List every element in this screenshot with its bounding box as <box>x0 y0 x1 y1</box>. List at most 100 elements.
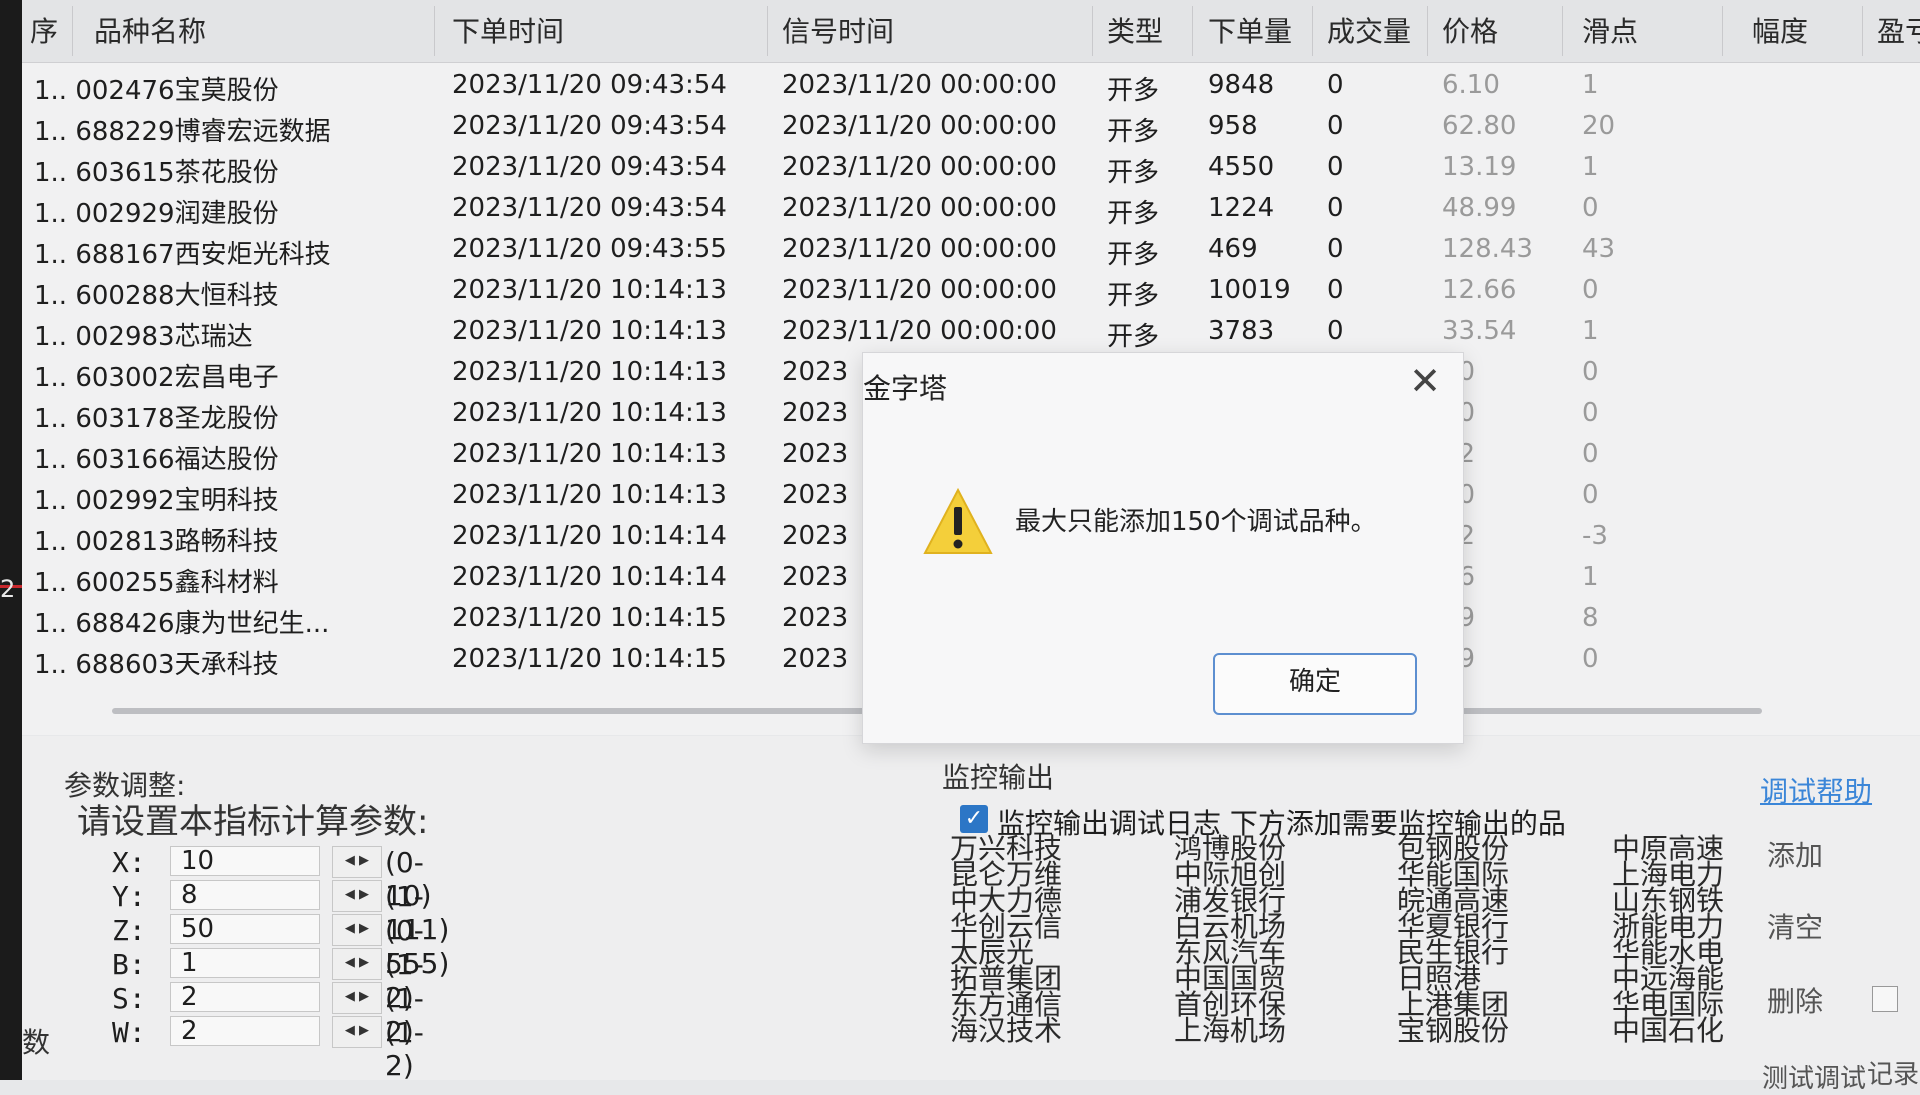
col-header-order-time[interactable]: 下单时间 <box>452 10 564 50</box>
cell-signal-time: 2023 <box>782 644 849 674</box>
col-divider[interactable] <box>1862 6 1863 56</box>
cell-order-time: 2023/11/20 10:14:14 <box>452 562 727 592</box>
clear-button[interactable]: 清空 <box>1767 906 1823 946</box>
cell-name: 1.. 002813路畅科技 <box>34 527 279 557</box>
col-header-pnl[interactable]: 盈亏 <box>1877 10 1920 50</box>
cell-name: 1.. 688229博睿宏远数据 <box>34 117 331 147</box>
param-value-input[interactable]: 8 <box>170 880 320 910</box>
col-divider[interactable] <box>1562 6 1563 56</box>
col-header-index[interactable]: 序 <box>30 10 58 50</box>
ok-button[interactable]: 确定 <box>1213 653 1417 715</box>
cell-order-time: 2023/11/20 10:14:13 <box>452 398 727 428</box>
cell-deal: 0 <box>1327 193 1344 223</box>
cell-deal: 0 <box>1327 70 1344 100</box>
monitor-list-col2[interactable]: 鸿博股份 中际旭创 浦发银行 白云机场 东风汽车 中国国贸 首创环保 上海机场 <box>1174 835 1286 1045</box>
cell-type: 开多 <box>1107 199 1160 229</box>
monitor-section-title: 监控输出 <box>942 761 1055 794</box>
list-item[interactable]: 中国石化 <box>1612 1017 1724 1045</box>
monitor-list-col3[interactable]: 包钢股份 华能国际 皖通高速 华夏银行 民生银行 日照港 上港集团 宝钢股份 <box>1397 835 1509 1045</box>
debug-help-link[interactable]: 调试帮助 <box>1760 770 1872 810</box>
record-label: 记录 <box>1867 1060 1920 1090</box>
col-divider[interactable] <box>1092 6 1093 56</box>
cell-order-time: 2023/11/20 10:14:13 <box>452 480 727 510</box>
table-row[interactable]: 1.. 600288大恒科技 2023/11/20 10:14:13 2023/… <box>22 271 1920 311</box>
param-spinner[interactable]: ◀ ▶ <box>332 914 382 946</box>
col-header-price[interactable]: 价格 <box>1442 10 1498 50</box>
col-header-slippage[interactable]: 滑点 <box>1582 10 1638 50</box>
param-value-input[interactable]: 2 <box>170 982 320 1012</box>
cell-order-time: 2023/11/20 10:14:13 <box>452 275 727 305</box>
test-debug-button[interactable]: 测试调试 <box>1762 1058 1866 1095</box>
cell-name: 1.. 688603天承科技 <box>34 650 279 680</box>
cell-signal-time: 2023/11/20 00:00:00 <box>782 275 1057 305</box>
cell-order-time: 2023/11/20 09:43:55 <box>452 234 727 264</box>
delete-button[interactable]: 删除 <box>1767 980 1823 1020</box>
param-spinner[interactable]: ◀ ▶ <box>332 948 382 980</box>
param-value-input[interactable]: 50 <box>170 914 320 944</box>
list-item[interactable]: 上海机场 <box>1174 1017 1286 1045</box>
param-spinner[interactable]: ◀ ▶ <box>332 880 382 912</box>
col-divider[interactable] <box>1192 6 1193 56</box>
cell-qty: 9848 <box>1208 70 1275 100</box>
cell-signal-time: 2023 <box>782 603 849 633</box>
table-row[interactable]: 1.. 002983芯瑞达 2023/11/20 10:14:13 2023/1… <box>22 312 1920 352</box>
dialog-message: 最大只能添加150个调试品种。 <box>1015 507 1377 537</box>
cell-slippage: 20 <box>1582 111 1616 141</box>
cell-name: 1.. 002476宝莫股份 <box>34 76 279 106</box>
cell-signal-time: 2023/11/20 00:00:00 <box>782 316 1057 346</box>
list-item[interactable]: 宝钢股份 <box>1397 1017 1509 1045</box>
col-divider[interactable] <box>1312 6 1313 56</box>
cell-signal-time: 2023 <box>782 439 849 469</box>
param-spinner[interactable]: ◀ ▶ <box>332 982 382 1014</box>
col-header-qty[interactable]: 下单量 <box>1208 10 1292 50</box>
monitor-list-col1[interactable]: 万兴科技 昆仑万维 中大力德 华创云信 太辰光 拓普集团 东方通信 海汉技术 <box>950 835 1062 1045</box>
col-divider[interactable] <box>1427 6 1428 56</box>
cell-name: 1.. 600255鑫科材料 <box>34 568 279 598</box>
col-header-signal-time[interactable]: 信号时间 <box>782 10 894 50</box>
cell-signal-time: 2023 <box>782 562 849 592</box>
cell-signal-time: 2023 <box>782 398 849 428</box>
cell-deal: 0 <box>1327 316 1344 346</box>
cell-name: 1.. 603166福达股份 <box>34 445 279 475</box>
col-header-deal[interactable]: 成交量 <box>1327 10 1411 50</box>
monitor-list-col4[interactable]: 中原高速 上海电力 山东钢铁 浙能电力 华能水电 中远海能 华电国际 中国石化 <box>1612 835 1724 1045</box>
cell-slippage: 1 <box>1582 70 1599 100</box>
cell-name: 1.. 002929润建股份 <box>34 199 279 229</box>
cell-signal-time: 2023 <box>782 357 849 387</box>
add-button[interactable]: 添加 <box>1767 834 1823 874</box>
table-row[interactable]: 1.. 688167西安炬光科技 2023/11/20 09:43:55 202… <box>22 230 1920 270</box>
cell-signal-time: 2023/11/20 00:00:00 <box>782 152 1057 182</box>
col-divider[interactable] <box>434 6 435 56</box>
col-header-type[interactable]: 类型 <box>1107 10 1163 50</box>
param-range: (1-2) <box>385 1016 424 1082</box>
param-value-input[interactable]: 2 <box>170 1016 320 1046</box>
cell-price: 62.80 <box>1442 111 1517 141</box>
option-checkbox[interactable] <box>1872 986 1898 1012</box>
table-row[interactable]: 1.. 688229博睿宏远数据 2023/11/20 09:43:54 202… <box>22 107 1920 147</box>
col-divider[interactable] <box>72 6 73 56</box>
cell-slippage: 1 <box>1582 316 1599 346</box>
cell-name: 1.. 600288大恒科技 <box>34 281 279 311</box>
table-row[interactable]: 1.. 603615茶花股份 2023/11/20 09:43:54 2023/… <box>22 148 1920 188</box>
close-icon[interactable]: ✕ <box>1409 359 1441 403</box>
param-value-input[interactable]: 1 <box>170 948 320 978</box>
param-spinner[interactable]: ◀ ▶ <box>332 1016 382 1048</box>
col-header-range[interactable]: 幅度 <box>1752 10 1808 50</box>
params-prompt: 请设置本指标计算参数: <box>77 802 429 842</box>
left-chart-strip: 2 <box>0 0 22 1080</box>
col-header-name[interactable]: 品种名称 <box>94 10 206 50</box>
param-spinner[interactable]: ◀ ▶ <box>332 846 382 878</box>
cell-qty: 4550 <box>1208 152 1275 182</box>
col-divider[interactable] <box>1722 6 1723 56</box>
cell-qty: 1224 <box>1208 193 1275 223</box>
col-divider[interactable] <box>767 6 768 56</box>
monitor-log-checkbox[interactable]: ✓ <box>960 805 988 833</box>
list-item[interactable]: 海汉技术 <box>950 1017 1062 1045</box>
param-value-input[interactable]: 10 <box>170 846 320 876</box>
cell-price: 33.54 <box>1442 316 1517 346</box>
table-row[interactable]: 1.. 002476宝莫股份 2023/11/20 09:43:54 2023/… <box>22 66 1920 106</box>
cell-slippage: 0 <box>1582 357 1599 387</box>
cell-signal-time: 2023/11/20 00:00:00 <box>782 111 1057 141</box>
cell-qty: 958 <box>1208 111 1258 141</box>
table-row[interactable]: 1.. 002929润建股份 2023/11/20 09:43:54 2023/… <box>22 189 1920 229</box>
